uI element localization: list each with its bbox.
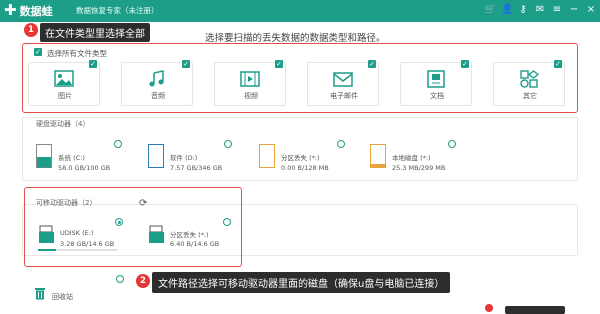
type-card-email[interactable]: 电子邮件 ✓ [307,60,379,106]
step-2-marker: 2 [136,274,150,288]
step-1-callout: 在文件类型里选择全部 [40,23,150,42]
user-icon[interactable]: 👤 [501,3,513,17]
type-checkbox[interactable]: ✓ [182,60,190,68]
drive-size: 25.3 MB/299 MB [392,164,446,172]
hard-drive-icon [148,144,164,168]
scan-button[interactable] [505,306,565,314]
video-icon [240,71,260,87]
key-icon[interactable]: ⚷ [518,3,528,17]
usb-drive-icon [39,225,54,243]
drive-d-radio[interactable] [224,140,232,148]
hard-drives-heading: 硬盘驱动器（4） [36,120,90,128]
hard-drive-icon [36,144,52,168]
type-label: 电子邮件 [330,92,358,100]
type-label: 音频 [151,92,165,100]
usage-fill [38,249,56,251]
title-bar: ✚ 数据蛙 数据恢复专家（未注册） 🛒 👤 ⚷ ✉ ≡ − × [0,0,600,22]
type-checkbox[interactable]: ✓ [554,60,562,68]
type-card-video[interactable]: 视频 ✓ [214,60,286,106]
other-icon [520,70,540,88]
drive-removable-lost[interactable]: 分区丢失 (*:) 6.40 B/14.6 GB [148,224,238,254]
drive-lost-radio[interactable] [337,140,345,148]
drive-size: 0.00 B/128 MB [281,164,329,172]
select-all-label: 选择所有文件类型 [47,49,107,58]
drive-size: 7.57 GB/346 GB [170,164,223,172]
drive-size: 58.0 GB/100 GB [58,164,111,172]
drive-size: 6.40 B/14.6 GB [170,240,220,248]
type-label: 图片 [58,92,72,100]
drive-udisk-radio[interactable] [115,218,123,226]
usb-drive-icon [149,225,164,243]
type-card-other[interactable]: 其它 ✓ [493,60,565,106]
removable-drives-heading: 可移动驱动器（2） [36,199,97,207]
feedback-icon[interactable]: ✉ [535,3,545,17]
select-all-checkbox[interactable]: ✓ [34,48,42,56]
drive-lost-partition[interactable]: 分区丢失 (*:) 0.00 B/128 MB [259,144,359,174]
type-label: 其它 [523,92,537,100]
drive-size: 3.28 GB/14.6 GB [60,240,115,248]
type-card-images[interactable]: 图片 ✓ [28,60,100,106]
recycle-bin-radio[interactable] [116,275,124,283]
app-logo: ✚ 数据蛙 [4,3,53,19]
type-checkbox[interactable]: ✓ [89,60,97,68]
drive-name: 本地磁盘 (*:) [392,154,431,162]
logo-plus-icon: ✚ [4,1,17,19]
close-icon[interactable]: × [586,3,596,17]
hard-drive-icon [370,144,386,168]
scan-marker [485,304,493,312]
app-logo-text: 数据蛙 [19,5,53,18]
type-label: 文档 [430,92,444,100]
drive-udisk-usage-bar [38,249,118,251]
hard-drive-icon [259,144,275,168]
minimize-icon[interactable]: − [569,3,579,17]
drive-removable-lost-radio[interactable] [223,218,231,226]
drive-name: UDISK (E:) [60,229,94,237]
titlebar-controls: 🛒 👤 ⚷ ✉ ≡ − × [484,3,596,17]
drive-c[interactable]: 系统 (C:) 58.0 GB/100 GB [36,144,136,174]
drive-name: 软件 (D:) [170,154,198,162]
type-card-documents[interactable]: 文档 ✓ [400,60,472,106]
step-2-callout: 文件路径选择可移动驱动器里面的磁盘（确保u盘与电脑已连接） [152,272,451,293]
audio-icon [149,70,164,87]
step-1-marker: 1 [24,23,38,37]
scan-prompt: 选择要扫描的丢失数据的数据类型和路径。 [205,33,386,44]
drive-d[interactable]: 软件 (D:) 7.57 GB/346 GB [148,144,248,174]
type-checkbox[interactable]: ✓ [368,60,376,68]
recycle-bin-label: 回收站 [52,293,73,301]
cart-icon[interactable]: 🛒 [484,3,496,17]
drive-c-radio[interactable] [114,140,122,148]
drive-local[interactable]: 本地磁盘 (*:) 25.3 MB/299 MB [370,144,470,174]
trash-icon[interactable] [34,287,46,300]
type-label: 视频 [244,92,258,100]
app-title: 数据恢复专家（未注册） [76,6,159,15]
drive-name: 系统 (C:) [58,154,85,162]
type-checkbox[interactable]: ✓ [275,60,283,68]
document-icon [427,70,445,88]
image-icon [54,70,74,87]
drive-local-radio[interactable] [448,140,456,148]
drive-name: 分区丢失 (*:) [170,231,209,239]
email-icon [333,72,353,87]
refresh-icon[interactable]: ⟳ [139,198,147,209]
drive-name: 分区丢失 (*:) [281,154,320,162]
type-card-audio[interactable]: 音频 ✓ [121,60,193,106]
menu-icon[interactable]: ≡ [552,3,562,17]
type-checkbox[interactable]: ✓ [461,60,469,68]
